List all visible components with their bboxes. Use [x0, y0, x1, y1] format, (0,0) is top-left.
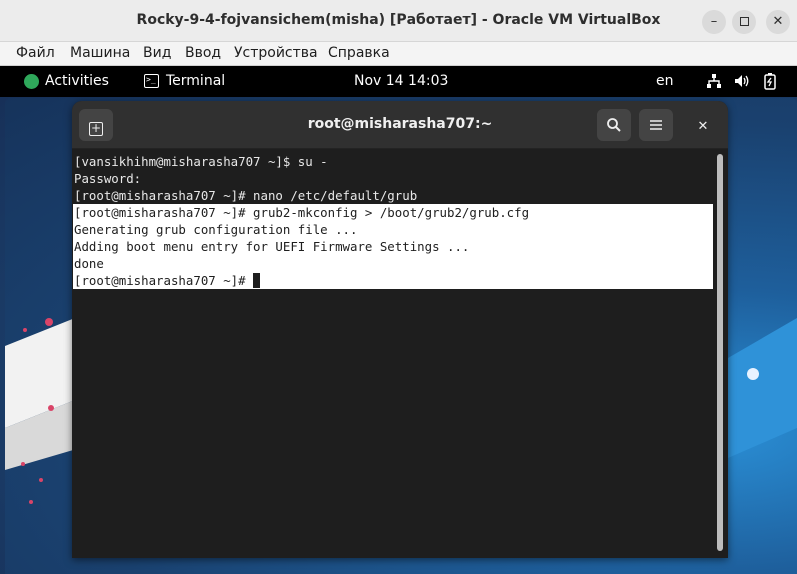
terminal-line-selected: done [73, 255, 713, 272]
guest-display[interactable]: Activities >_ Terminal Nov 14 14:03 en +… [0, 66, 797, 574]
terminal-line-selected: Adding boot menu entry for UEFI Firmware… [73, 238, 713, 255]
virtualbox-title-bar: Rocky-9-4-fojvansichem(misha) [Работает]… [0, 0, 797, 42]
search-button[interactable] [597, 109, 631, 141]
terminal-headerbar[interactable]: + root@misharasha707:~ ✕ [72, 101, 728, 149]
prompt-text: [root@misharasha707 ~]# [74, 273, 254, 288]
menu-machine[interactable]: Машина [70, 45, 130, 61]
terminal-app-icon: >_ [144, 74, 159, 88]
terminal-line-selected: [root@misharasha707 ~]# grub2-mkconfig >… [73, 204, 713, 221]
menu-file[interactable]: Файл [16, 45, 55, 61]
clock[interactable]: Nov 14 14:03 [354, 73, 448, 89]
virtualbox-menu-bar: Файл Машина Вид Ввод Устройства Справка [0, 42, 797, 66]
close-window-button[interactable]: ✕ [766, 10, 790, 34]
terminal-line: [vansikhihm@misharasha707 ~]$ su - [74, 154, 328, 169]
close-terminal-button[interactable]: ✕ [686, 109, 720, 141]
menu-input[interactable]: Ввод [185, 45, 221, 61]
gnome-top-bar: Activities >_ Terminal Nov 14 14:03 en [0, 66, 797, 97]
menu-view[interactable]: Вид [143, 45, 171, 61]
hamburger-menu-button[interactable] [639, 109, 673, 141]
keyboard-layout-indicator[interactable]: en [656, 73, 674, 89]
battery-icon[interactable] [762, 72, 778, 90]
search-icon [607, 118, 621, 132]
app-menu-terminal[interactable]: Terminal [166, 73, 225, 89]
terminal-line: [root@misharasha707 ~]# nano /etc/defaul… [74, 188, 418, 203]
menu-devices[interactable]: Устройства [234, 45, 318, 61]
activities-button[interactable]: Activities [45, 73, 109, 89]
terminal-window[interactable]: + root@misharasha707:~ ✕ [vansikhihm@mis… [72, 101, 728, 558]
terminal-line: Password: [74, 171, 142, 186]
menu-icon [650, 120, 662, 130]
menu-help[interactable]: Справка [328, 45, 390, 61]
terminal-scrollbar[interactable] [717, 154, 723, 551]
terminal-output[interactable]: [vansikhihm@misharasha707 ~]$ su - Passw… [72, 149, 728, 558]
terminal-prompt-line: [root@misharasha707 ~]# [73, 272, 713, 289]
volume-icon[interactable] [734, 72, 750, 90]
maximize-icon [739, 17, 749, 26]
network-wired-icon[interactable] [706, 72, 722, 90]
virtualbox-window-title: Rocky-9-4-fojvansichem(misha) [Работает]… [136, 12, 661, 28]
close-icon: ✕ [697, 119, 709, 134]
maximize-button[interactable] [732, 10, 756, 34]
terminal-line-selected: Generating grub configuration file ... [73, 221, 713, 238]
text-cursor [253, 273, 261, 288]
activities-icon [24, 74, 39, 89]
minimize-button[interactable]: – [702, 10, 726, 34]
